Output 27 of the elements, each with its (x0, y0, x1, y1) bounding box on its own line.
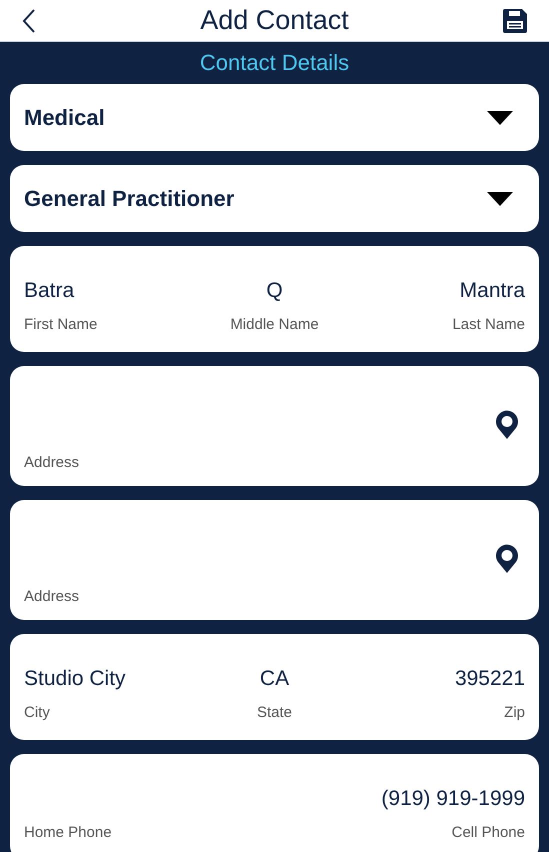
location-pin-icon[interactable] (495, 544, 519, 574)
dropdown-select[interactable]: Medical (10, 84, 539, 151)
address-field[interactable]: Address (10, 366, 539, 486)
field-label: Cell Phone (452, 823, 525, 843)
location-pin-icon[interactable] (495, 410, 519, 440)
save-icon[interactable] (503, 8, 527, 32)
field-label: Home Phone (24, 823, 112, 843)
field-label: State (256, 703, 292, 723)
address-field[interactable]: Address (10, 500, 539, 620)
dropdown-arrow-icon (487, 110, 513, 124)
field-label: Zip (504, 703, 526, 723)
field-value[interactable]: Batra (24, 274, 74, 306)
field-value[interactable]: Q (266, 274, 283, 306)
field-value[interactable]: CA (260, 662, 290, 694)
dropdown-select[interactable]: General Practitioner (10, 165, 539, 232)
field-label: City (24, 703, 50, 723)
field-label: Last Name (452, 315, 526, 335)
field-value[interactable]: Studio City (24, 662, 126, 694)
field-label: First Name (24, 315, 98, 335)
field-value[interactable]: 395221 (454, 662, 526, 694)
field-label: Middle Name (230, 315, 319, 335)
screen-title: Add Contact (200, 4, 349, 38)
field-value[interactable]: Mantra (460, 274, 526, 306)
field-value[interactable]: (919) 919-1999 (381, 782, 525, 814)
section-title: Contact Details (200, 48, 350, 76)
dropdown-arrow-icon (487, 192, 513, 206)
back-icon[interactable] (22, 8, 36, 32)
